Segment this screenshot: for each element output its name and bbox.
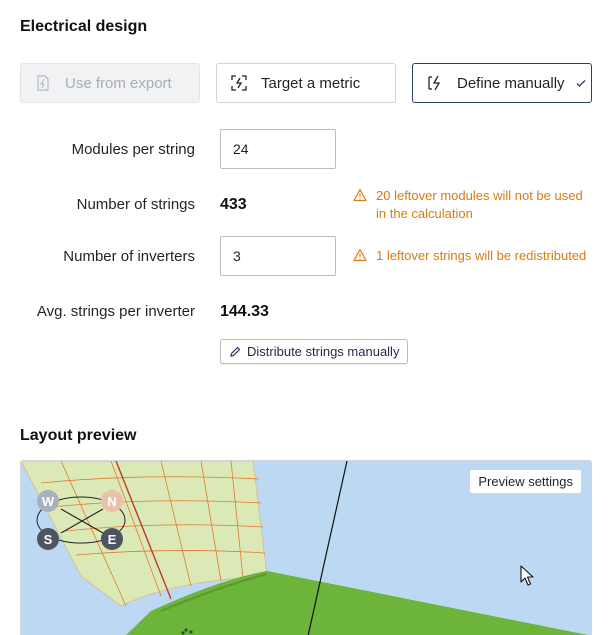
define-manually-button[interactable]: Define manually: [412, 63, 592, 103]
number-of-strings-value: 433: [220, 196, 247, 213]
bolt-doc-icon: [35, 75, 51, 91]
check-icon: [575, 77, 587, 89]
distribute-strings-label: Distribute strings manually: [247, 344, 400, 359]
layout-preview-title: Layout preview: [20, 427, 137, 444]
modules-per-string-input[interactable]: [220, 129, 336, 169]
strings-warning-text: 20 leftover modules will not be used in …: [376, 188, 583, 221]
electrical-design-title: Electrical design: [20, 18, 148, 35]
inverters-warning: 1 leftover strings will be redistributed: [353, 247, 593, 265]
modules-per-string-label: Modules per string: [71, 141, 195, 158]
use-from-export-button[interactable]: Use from export: [20, 63, 200, 103]
compass-east: E: [101, 528, 123, 550]
preview-settings-button[interactable]: Preview settings: [469, 469, 582, 494]
distribute-strings-button[interactable]: Distribute strings manually: [220, 339, 409, 364]
define-manually-label: Define manually: [457, 74, 565, 92]
manual-bolt-icon: [427, 75, 443, 91]
target-a-metric-label: Target a metric: [261, 74, 361, 92]
compass-south: S: [37, 528, 59, 550]
avg-strings-value: 144.33: [220, 303, 269, 320]
target-bolt-icon: [231, 75, 247, 91]
avg-strings-label: Avg. strings per inverter: [36, 303, 195, 320]
layout-preview-viewport[interactable]: W N S E Preview settings: [20, 460, 592, 635]
number-of-strings-label: Number of strings: [76, 196, 195, 213]
compass-west: W: [37, 490, 59, 512]
inverters-warning-text: 1 leftover strings will be redistributed: [376, 248, 587, 263]
warning-icon: [353, 188, 367, 202]
pencil-icon: [229, 346, 241, 358]
compass-north: N: [101, 490, 123, 512]
number-of-inverters-input[interactable]: [220, 236, 336, 276]
strings-warning: 20 leftover modules will not be used in …: [353, 187, 589, 223]
use-from-export-label: Use from export: [65, 74, 172, 92]
mouse-cursor-icon: [520, 565, 535, 592]
number-of-inverters-label: Number of inverters: [63, 248, 195, 265]
target-a-metric-button[interactable]: Target a metric: [216, 63, 396, 103]
warning-icon: [353, 248, 367, 262]
